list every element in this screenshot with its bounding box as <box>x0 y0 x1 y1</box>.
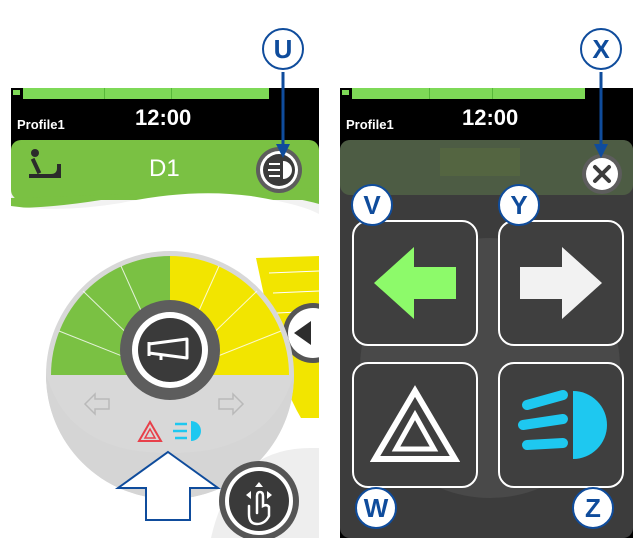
light-small-icon <box>173 421 201 441</box>
right-screen: Profile1 12:00 <box>340 88 633 538</box>
callout-u: U <box>262 28 304 70</box>
indicator-left-button[interactable] <box>352 220 478 346</box>
arrow-right-icon <box>520 247 602 319</box>
hazard-button[interactable] <box>352 362 478 488</box>
indicator-right-button[interactable] <box>498 220 624 346</box>
light-icon <box>518 390 607 459</box>
close-button[interactable] <box>582 154 622 194</box>
callout-z: Z <box>572 487 614 529</box>
arrow-left-icon <box>374 247 456 319</box>
left-screen: Profile1 12:00 D1 <box>11 88 319 538</box>
callout-x: X <box>580 28 622 70</box>
light-button[interactable] <box>256 147 302 193</box>
mode-title: D1 <box>149 155 180 182</box>
touch-gesture-button[interactable] <box>219 461 299 538</box>
lights-button[interactable] <box>498 362 624 488</box>
callout-y: Y <box>498 184 540 226</box>
callout-w: W <box>355 487 397 529</box>
hazard-icon <box>370 385 460 462</box>
callout-v: V <box>351 184 393 226</box>
horn-button[interactable] <box>120 300 220 400</box>
